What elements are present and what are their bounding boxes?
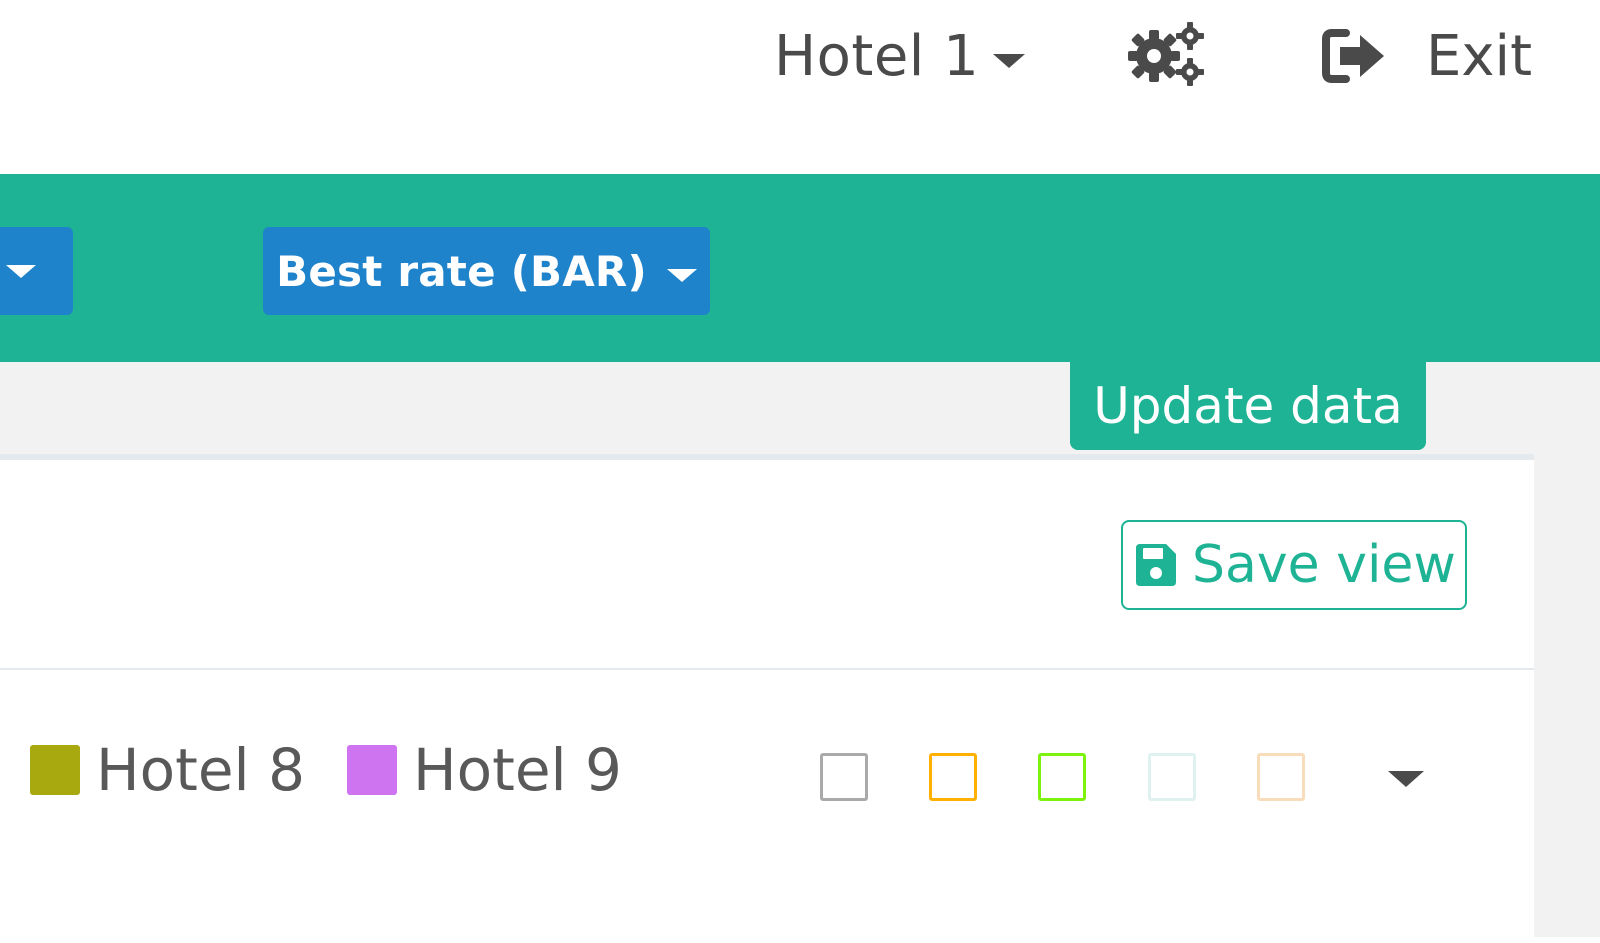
series-toggle-gray[interactable] — [820, 753, 868, 801]
series-toggle-mint[interactable] — [1148, 753, 1196, 801]
chevron-down-icon — [6, 265, 36, 278]
legend-item-hotel-8[interactable]: Hotel 8 — [30, 736, 305, 804]
save-view-button[interactable]: Save view — [1121, 520, 1467, 610]
divider — [0, 668, 1534, 670]
legend-item-hotel-9[interactable]: Hotel 9 — [346, 736, 622, 804]
series-toggle-green[interactable] — [1038, 753, 1086, 801]
gears-icon — [1128, 22, 1204, 86]
floppy-disk-icon — [1136, 544, 1177, 586]
exit-label: Exit — [1426, 23, 1533, 89]
legend-label: Hotel 9 — [412, 736, 622, 804]
save-view-label: Save view — [1192, 535, 1456, 595]
settings-button[interactable] — [1124, 20, 1208, 90]
top-header: Hotel 1 Exit — [0, 0, 1600, 174]
series-toggle-peach[interactable] — [1257, 753, 1305, 801]
legend-label: Hotel 8 — [96, 736, 305, 804]
update-data-label: Update data — [1093, 377, 1403, 435]
sign-out-icon — [1322, 29, 1384, 83]
chevron-down-icon — [993, 54, 1026, 68]
chevron-down-icon[interactable] — [1388, 771, 1424, 787]
filter-dropdown-button[interactable] — [0, 227, 73, 315]
filter-bar: Best rate (BAR) — [0, 174, 1600, 362]
chevron-down-icon — [666, 268, 697, 282]
chart-legend: Hotel 8 Hotel 9 — [30, 736, 664, 804]
hotel-selector[interactable]: Hotel 1 — [774, 18, 1026, 94]
rate-type-label: Best rate (BAR) — [276, 246, 647, 296]
rate-type-dropdown[interactable]: Best rate (BAR) — [263, 227, 710, 315]
legend-swatch — [346, 745, 397, 795]
chart-panel: Save view Hotel 8 Hotel 9 — [0, 454, 1534, 943]
hotel-selector-label: Hotel 1 — [774, 23, 980, 89]
legend-swatch — [30, 745, 80, 795]
update-data-button[interactable]: Update data — [1070, 362, 1426, 450]
exit-button[interactable]: Exit — [1322, 18, 1532, 94]
series-toggle-orange[interactable] — [929, 753, 977, 801]
